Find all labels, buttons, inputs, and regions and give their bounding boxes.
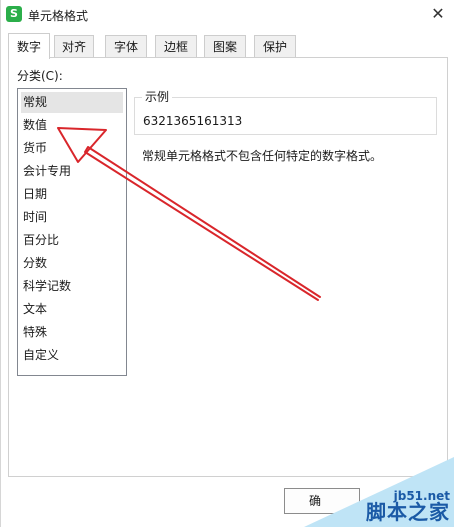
- tab-alignment[interactable]: 对齐: [54, 35, 94, 57]
- format-description: 常规单元格格式不包含任何特定的数字格式。: [142, 149, 383, 163]
- title-bar: S 单元格格式 ✕: [1, 0, 454, 30]
- dialog-title: 单元格格式: [28, 9, 89, 23]
- category-item-percentage[interactable]: 百分比: [21, 230, 123, 251]
- category-item-time[interactable]: 时间: [21, 207, 123, 228]
- category-item-text[interactable]: 文本: [21, 299, 123, 320]
- tab-protection[interactable]: 保护: [254, 35, 296, 57]
- close-icon[interactable]: ✕: [425, 2, 451, 26]
- category-item-scientific[interactable]: 科学记数: [21, 276, 123, 297]
- category-item-custom[interactable]: 自定义: [21, 345, 123, 366]
- ok-button[interactable]: 确: [284, 488, 360, 514]
- format-cells-dialog: S 单元格格式 ✕ 数字 对齐 字体 边框 图案 保护 分类(C): 常规 数值…: [0, 0, 454, 527]
- tab-border[interactable]: 边框: [155, 35, 197, 57]
- sample-title: 示例: [142, 88, 173, 105]
- sample-value: 6321365161313: [143, 114, 243, 128]
- category-label: 分类(C):: [17, 69, 63, 83]
- tab-font[interactable]: 字体: [105, 35, 147, 57]
- category-listbox[interactable]: 常规 数值 货币 会计专用 日期 时间 百分比 分数 科学记数 文本 特殊 自定…: [17, 88, 127, 376]
- tab-pattern[interactable]: 图案: [204, 35, 246, 57]
- category-item-date[interactable]: 日期: [21, 184, 123, 205]
- wps-app-icon: S: [6, 6, 22, 22]
- category-item-special[interactable]: 特殊: [21, 322, 123, 343]
- category-item-fraction[interactable]: 分数: [21, 253, 123, 274]
- category-item-currency[interactable]: 货币: [21, 138, 123, 159]
- category-item-accounting[interactable]: 会计专用: [21, 161, 123, 182]
- tab-number[interactable]: 数字: [8, 33, 50, 59]
- category-item-number[interactable]: 数值: [21, 115, 123, 136]
- category-item-general[interactable]: 常规: [21, 92, 123, 113]
